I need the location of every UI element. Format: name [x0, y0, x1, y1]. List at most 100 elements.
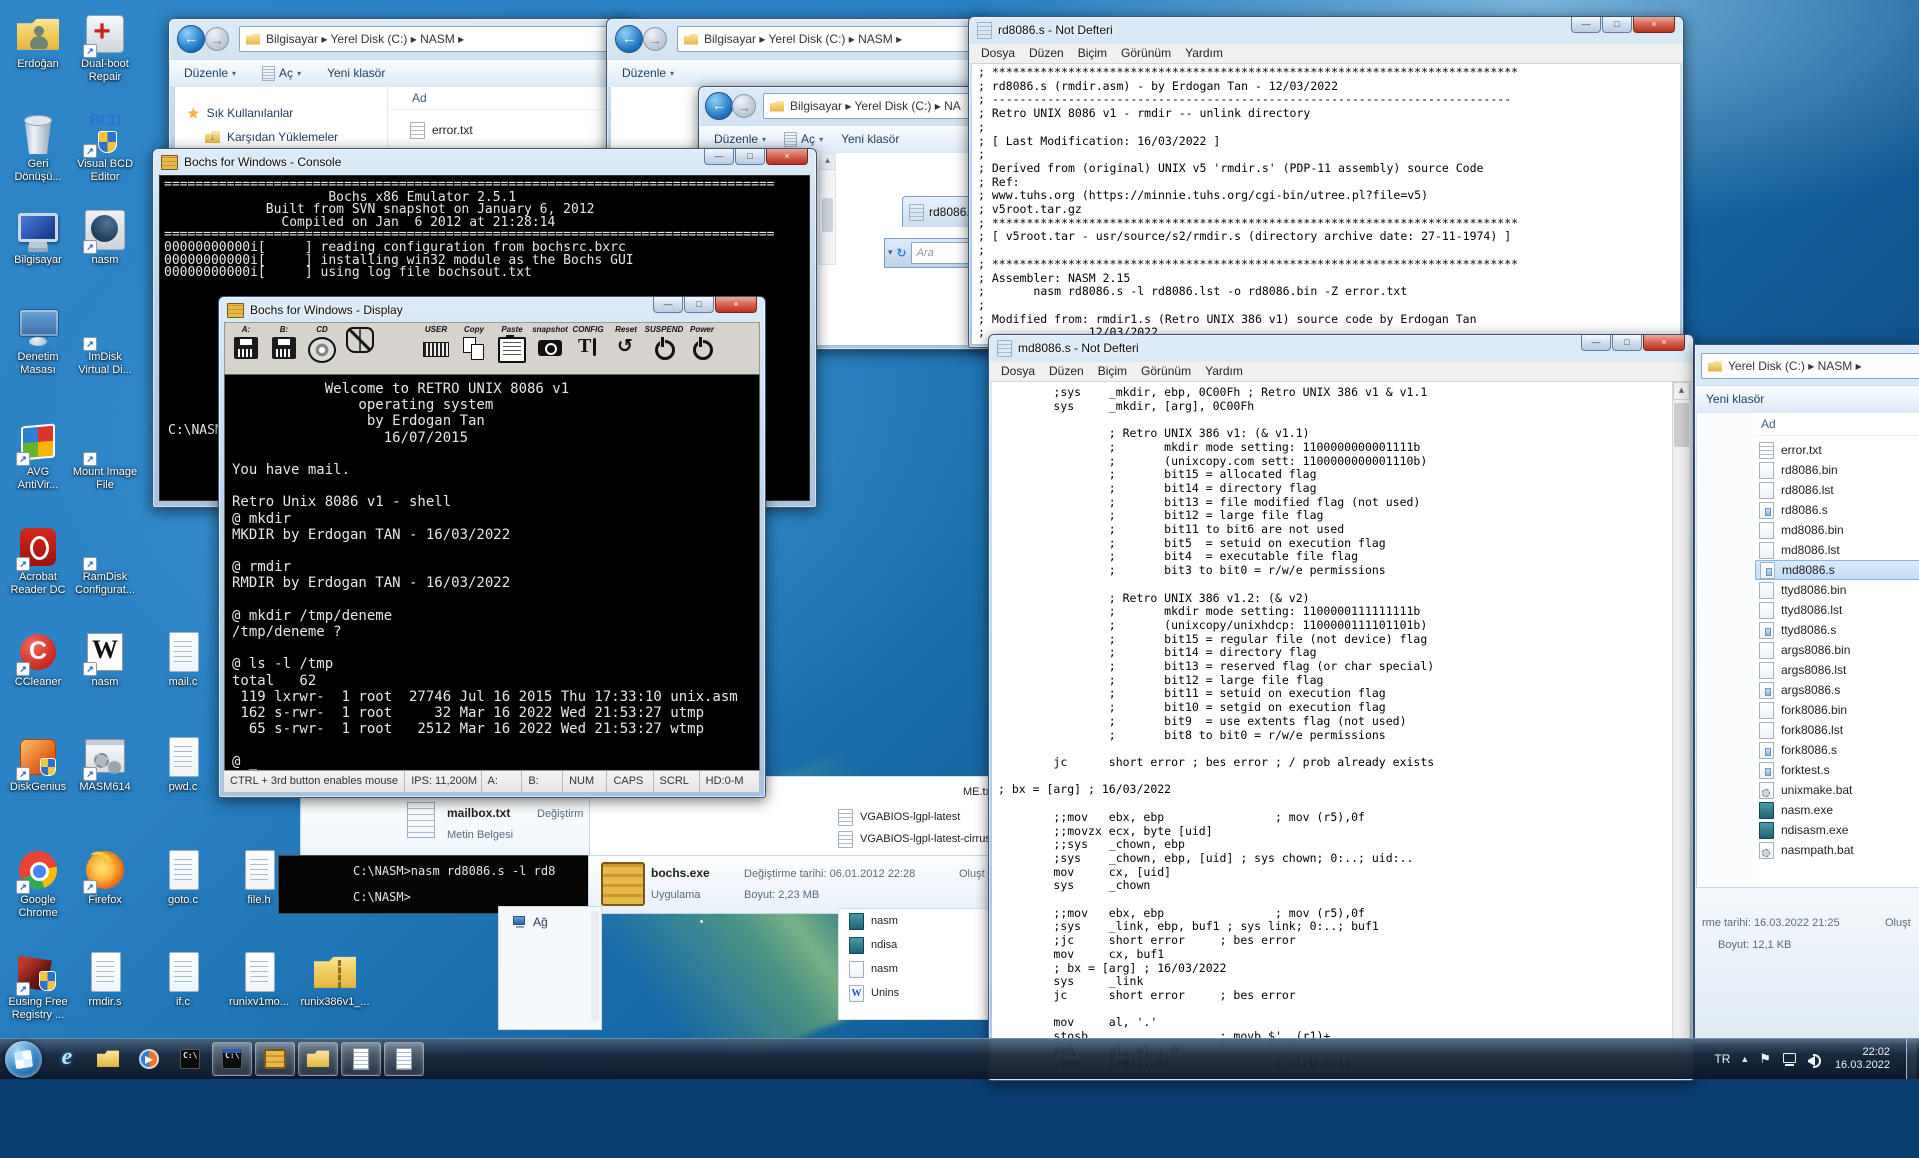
file-row[interactable]: nasm [839, 909, 989, 933]
desktop-icon[interactable]: ↗ Eusing Free Registry ... [0, 950, 76, 1022]
maximize-button[interactable]: □ [1612, 335, 1642, 351]
column-header-name[interactable]: Ad [1753, 413, 1919, 436]
desktop-icon[interactable]: ↗ Mount Image File [67, 420, 143, 492]
taskbar-button[interactable] [171, 1043, 209, 1075]
back-button[interactable]: ← [705, 92, 733, 120]
refresh-icon[interactable]: ↻ [897, 246, 907, 260]
menu-item[interactable]: Dosya [994, 362, 1042, 381]
file-row[interactable]: error.txt [1755, 440, 1919, 460]
menu-item[interactable]: Biçim [1071, 44, 1114, 63]
sidebar-item-network[interactable]: Ağ [499, 907, 601, 929]
file-row[interactable]: rd8086.bin [1755, 460, 1919, 480]
file-row[interactable]: unixmake.bat [1755, 780, 1919, 800]
file-row[interactable]: VGABIOS-lgpl-latest-cirrus [832, 829, 991, 849]
scrollbar[interactable]: ▲ [1672, 382, 1690, 1077]
file-row[interactable]: fork8086.bin [1755, 700, 1919, 720]
text-editor[interactable]: ; **************************************… [972, 64, 1680, 344]
minimize-button[interactable]: — [1571, 17, 1601, 33]
text-editor[interactable]: ;sys _mkdir, ebp, 0C00Fh ; Retro UNIX 38… [992, 382, 1673, 1077]
address-bar[interactable]: Bilgisayar ▸ Yerel Disk (C:) ▸ NASM ▸ [239, 26, 613, 52]
menu-item[interactable]: Yardım [1198, 362, 1250, 381]
file-row[interactable]: nasmpath.bat [1755, 840, 1919, 860]
address-bar[interactable]: Bilgisayar ▸ Yerel Disk (C:) ▸ NA [763, 93, 999, 119]
file-row[interactable]: ndisasm.exe [1755, 820, 1919, 840]
desktop-icon[interactable]: ↗ rmdir.s [67, 950, 143, 1009]
minimize-button[interactable]: — [704, 149, 734, 165]
close-button[interactable]: × [715, 297, 757, 313]
desktop-icon[interactable]: ↗ runix386v1_... [297, 950, 373, 1009]
taskbar-button[interactable] [212, 1042, 252, 1076]
desktop-icon[interactable]: ↗ if.c [145, 950, 221, 1009]
file-row[interactable]: args8086.lst [1755, 660, 1919, 680]
clock[interactable]: 22:02 16.03.2022 [1835, 1046, 1890, 1072]
taskbar-button[interactable] [384, 1042, 424, 1076]
menu-item[interactable]: Dosya [974, 44, 1022, 63]
menu-item[interactable]: Yardım [1178, 44, 1230, 63]
taskbar-button[interactable] [89, 1043, 127, 1075]
desktop-icon[interactable]: ↗ Denetim Masası [0, 305, 76, 377]
file-row[interactable]: nasm [839, 957, 989, 981]
desktop-icon[interactable]: ↗ Firefox [67, 848, 143, 907]
back-button[interactable]: ← [177, 25, 205, 53]
forward-button[interactable]: → [205, 27, 229, 51]
taskbar-button[interactable] [298, 1042, 338, 1076]
show-desktop-button[interactable] [1906, 1039, 1917, 1079]
taskbar-button[interactable] [130, 1043, 168, 1075]
desktop-icon[interactable]: ↗ runixv1mo... [221, 950, 297, 1009]
bochs-toolbar-button[interactable]: SUSPEND [647, 325, 681, 369]
tray-expand-icon[interactable]: ▲ [1740, 1054, 1749, 1064]
maximize-button[interactable]: □ [735, 149, 765, 165]
file-row[interactable]: ttyd8086.lst [1755, 600, 1919, 620]
file-row[interactable]: Unins [839, 981, 989, 1005]
desktop-icon[interactable]: ↗ goto.c [145, 848, 221, 907]
desktop-icon[interactable]: ↗ Bilgisayar [0, 208, 76, 267]
emulated-screen[interactable]: Welcome to RETRO UNIX 8086 v1 operating … [224, 374, 760, 771]
network-tray-icon[interactable] [1781, 1052, 1797, 1066]
file-row[interactable]: fork8086.lst [1755, 720, 1919, 740]
organize-menu-button[interactable]: Düzenle▾ [184, 60, 236, 87]
desktop-icon[interactable]: ↗ nasm [67, 630, 143, 689]
taskbar-button[interactable] [341, 1042, 381, 1076]
forward-button[interactable]: → [732, 94, 756, 118]
desktop-icon[interactable]: ↗ RamDisk Configurat... [67, 525, 143, 597]
sidebar-item-favorites[interactable]: ★ Sık Kullanılanlar [175, 101, 387, 125]
desktop-icon[interactable]: ↗ Dual-boot Repair [67, 12, 143, 84]
sidebar-item-downloads[interactable]: ↓ Karşıdan Yüklemeler [175, 125, 387, 149]
bochs-toolbar-button[interactable]: Paste [495, 325, 529, 369]
scroll-up-icon[interactable]: ▲ [820, 154, 835, 170]
file-row[interactable]: ttyd8086.s [1755, 620, 1919, 640]
desktop-icon[interactable]: ↗ Acrobat Reader DC [0, 525, 76, 597]
desktop-icon[interactable]: ↗ Visual BCD Editor [67, 112, 143, 184]
desktop-icon[interactable]: ↗ MASM614 [67, 735, 143, 794]
file-row[interactable]: nasm.exe [1755, 800, 1919, 820]
open-menu-button[interactable]: Aç▾ [262, 60, 301, 87]
file-row[interactable]: args8086.bin [1755, 640, 1919, 660]
menu-item[interactable]: Görünüm [1134, 362, 1198, 381]
menu-item[interactable]: Görünüm [1114, 44, 1178, 63]
menu-item[interactable]: Biçim [1091, 362, 1134, 381]
action-center-flag-icon[interactable]: ⚑ [1759, 1051, 1771, 1067]
new-folder-button[interactable]: Yeni klasör [841, 126, 899, 153]
close-button[interactable]: × [766, 149, 808, 165]
bochs-toolbar-button[interactable]: B: [267, 325, 301, 369]
file-row[interactable]: rd8086.s [1755, 500, 1919, 520]
file-row[interactable]: ttyd8086.bin [1755, 580, 1919, 600]
maximize-button[interactable]: □ [684, 297, 714, 313]
desktop-icon[interactable]: ↗ Erdoğan [0, 12, 76, 71]
file-row[interactable]: md8086.s [1755, 560, 1919, 580]
volume-tray-icon[interactable] [1807, 1052, 1823, 1066]
bochs-toolbar-button[interactable]: Copy [457, 325, 491, 369]
back-button[interactable]: ← [615, 25, 643, 53]
maximize-button[interactable]: □ [1602, 17, 1632, 33]
bochs-toolbar-button[interactable]: Reset [609, 325, 643, 369]
menu-item[interactable]: Düzen [1042, 362, 1091, 381]
file-row[interactable]: md8086.bin [1755, 520, 1919, 540]
file-row[interactable]: rd8086.lst [1755, 480, 1919, 500]
start-button[interactable] [5, 1041, 42, 1078]
bochs-toolbar-button[interactable]: USER [419, 325, 453, 369]
close-button[interactable]: × [1633, 17, 1675, 33]
forward-button[interactable]: → [643, 27, 667, 51]
bochs-toolbar-button[interactable] [381, 325, 415, 369]
bochs-toolbar-button[interactable] [343, 325, 377, 369]
bochs-toolbar-button[interactable]: CD [305, 325, 339, 369]
